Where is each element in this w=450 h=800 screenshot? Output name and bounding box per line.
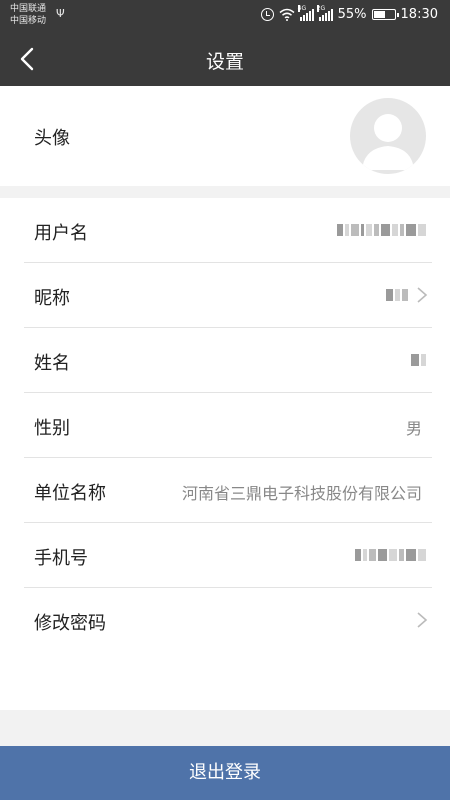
row-gender: 性别 男 [0, 393, 450, 458]
row-label: 昵称 [34, 288, 70, 309]
battery-percent: 55% [337, 7, 367, 22]
row-value: 河南省三鼎电子科技股份有限公司 [181, 484, 422, 503]
row-label: 性别 [34, 418, 70, 439]
profile-info-list: 用户名昵称姓名性别 男单位名称 河南省三鼎电子科技股份有限公司手机号修改密码 [0, 198, 450, 710]
avatar-row[interactable]: 头像 [0, 86, 450, 186]
nav-bar: 设置 [0, 32, 450, 86]
row-name: 姓名 [0, 328, 450, 393]
wifi-icon [279, 8, 295, 21]
carrier-2: 中国移动 [10, 16, 47, 26]
redacted-value [337, 222, 426, 238]
alarm-icon [260, 8, 274, 21]
battery-level [373, 11, 385, 18]
row-change-password[interactable]: 修改密码 [0, 588, 450, 653]
redacted-value [411, 352, 426, 368]
signal-icon-1: 4G [297, 4, 314, 21]
row-label: 修改密码 [34, 613, 106, 634]
page-title: 设置 [205, 51, 244, 73]
row-label: 用户名 [34, 223, 88, 244]
row-label: 手机号 [34, 548, 88, 569]
signal-icon-2: 2G [316, 4, 333, 21]
network-type-1: 4G [297, 4, 307, 12]
carrier-1: 中国联通 [10, 4, 47, 14]
usb-icon: Ψ [56, 7, 65, 20]
battery-icon [371, 9, 399, 20]
chevron-right-icon [417, 612, 428, 628]
network-type-2: 2G [316, 4, 326, 12]
row-username: 用户名 [0, 198, 450, 263]
chevron-right-icon [417, 287, 428, 303]
row-organization: 单位名称 河南省三鼎电子科技股份有限公司 [0, 458, 450, 523]
default-avatar-icon[interactable] [350, 98, 426, 174]
row-label: 姓名 [34, 353, 70, 374]
status-icons: 4G 2G 55% 18:30 [260, 4, 438, 22]
avatar-label: 头像 [34, 128, 70, 149]
carrier-info: 中国联通 中国移动 [10, 3, 46, 27]
clock: 18:30 [400, 7, 438, 22]
row-label: 单位名称 [34, 483, 106, 504]
row-phone: 手机号 [0, 523, 450, 588]
row-nickname[interactable]: 昵称 [0, 263, 450, 328]
status-bar: 中国联通 中国移动 Ψ 4G 2G 55% 18:30 [0, 0, 450, 32]
redacted-value [386, 287, 408, 303]
row-value: 男 [405, 419, 422, 438]
logout-button[interactable]: 退出登录 [0, 746, 450, 800]
redacted-value [355, 547, 426, 563]
